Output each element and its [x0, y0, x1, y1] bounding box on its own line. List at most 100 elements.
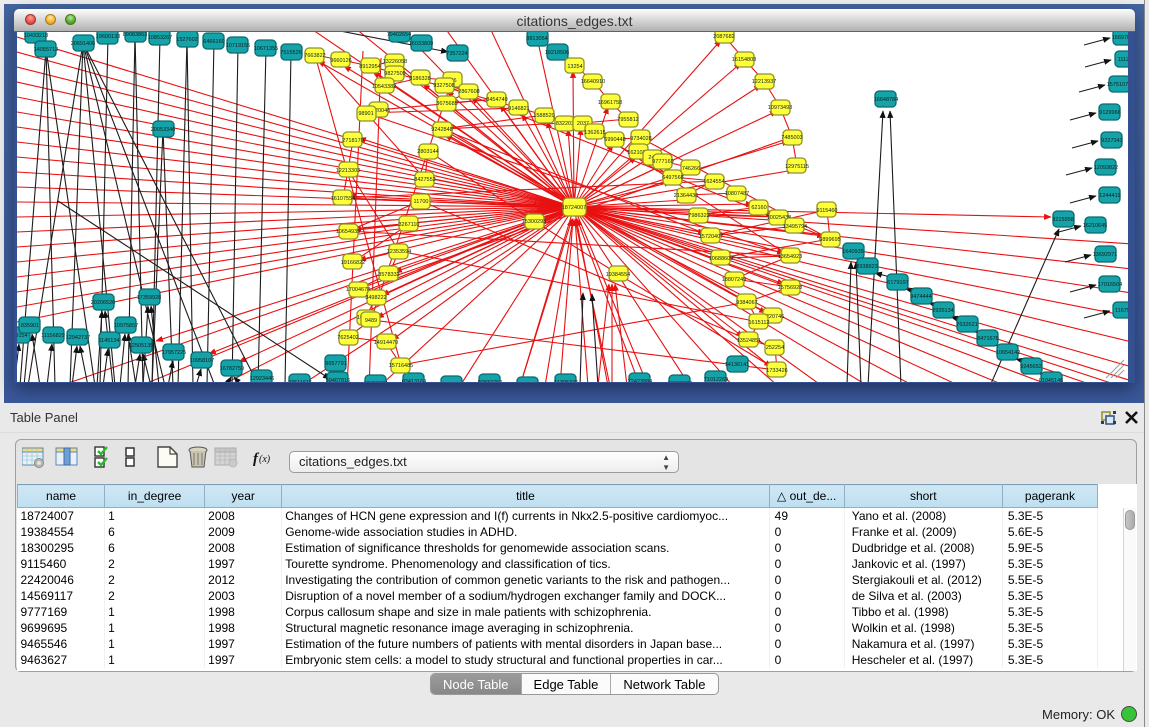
svg-text:2803144: 2803144 — [417, 149, 438, 155]
svg-text:39154: 39154 — [17, 333, 28, 339]
svg-text:9115460: 9115460 — [816, 208, 837, 214]
svg-text:20691406: 20691406 — [71, 41, 95, 47]
svg-text:19384554: 19384554 — [606, 272, 630, 278]
svg-text:16648784: 16648784 — [874, 97, 898, 103]
svg-text:16154808: 16154808 — [732, 57, 756, 63]
svg-text:20206526: 20206526 — [91, 300, 115, 306]
svg-text:7515526: 7515526 — [280, 50, 301, 56]
svg-text:20053346: 20053346 — [151, 127, 175, 133]
svg-text:(x): (x) — [259, 454, 271, 465]
svg-text:79402654: 79402654 — [387, 32, 411, 38]
svg-text:12213303: 12213303 — [336, 168, 360, 174]
svg-text:9129966: 9129966 — [1099, 110, 1120, 116]
svg-text:3267110: 3267110 — [398, 222, 419, 228]
svg-text:14136141: 14136141 — [725, 362, 749, 368]
svg-text:12975115: 12975115 — [785, 164, 809, 170]
svg-text:835901: 835901 — [21, 323, 39, 329]
svg-text:10958107: 10958107 — [190, 358, 214, 364]
svg-text:14914479: 14914479 — [374, 340, 398, 346]
svg-text:2718170: 2718170 — [342, 138, 363, 144]
svg-text:7485003: 7485003 — [781, 135, 802, 141]
svg-text:8938923: 8938923 — [856, 264, 877, 270]
svg-text:9227343: 9227343 — [1101, 138, 1122, 144]
svg-text:1640935: 1640935 — [842, 249, 863, 255]
svg-text:14055713: 14055713 — [34, 47, 58, 53]
svg-text:16782759: 16782759 — [220, 366, 244, 372]
svg-text:17359928: 17359928 — [137, 295, 161, 301]
svg-text:2935134: 2935134 — [932, 308, 953, 314]
svg-text:41395376: 41395376 — [554, 380, 578, 382]
svg-text:15300293: 15300293 — [522, 219, 546, 225]
svg-text:10543382: 10543382 — [372, 84, 396, 90]
svg-text:19166822: 19166822 — [341, 260, 365, 266]
svg-text:16961758: 16961758 — [598, 100, 622, 106]
svg-text:12923446: 12923446 — [250, 376, 274, 382]
svg-text:92832764: 92832764 — [478, 380, 502, 382]
svg-text:12093822: 12093822 — [1094, 165, 1118, 171]
svg-text:10853267: 10853267 — [148, 35, 172, 41]
svg-text:9327508: 9327508 — [433, 83, 454, 89]
svg-text:746266: 746266 — [682, 166, 700, 172]
svg-text:8471676: 8471676 — [977, 336, 998, 342]
svg-text:15756928: 15756928 — [778, 285, 802, 291]
svg-text:23511615: 23511615 — [288, 380, 312, 382]
svg-text:7663822: 7663822 — [304, 53, 325, 59]
svg-text:3578332: 3578332 — [378, 272, 399, 278]
svg-text:116753: 116753 — [1115, 308, 1128, 314]
svg-text:10973493: 10973493 — [768, 105, 792, 111]
svg-text:8912954: 8912954 — [359, 64, 380, 70]
svg-text:7357224: 7357224 — [446, 51, 467, 57]
svg-text:13692971: 13692971 — [1093, 252, 1117, 258]
svg-text:252254: 252254 — [766, 345, 784, 351]
svg-text:9245652: 9245652 — [1020, 364, 1041, 370]
svg-text:16697848: 16697848 — [1112, 35, 1128, 41]
svg-text:59407816: 59407816 — [326, 378, 350, 382]
svg-text:10719155: 10719155 — [226, 43, 250, 49]
svg-text:10975857: 10975857 — [114, 323, 138, 329]
svg-text:6497568: 6497568 — [662, 175, 683, 181]
svg-text:01845146: 01845146 — [1039, 378, 1063, 382]
svg-text:10654935: 10654935 — [336, 229, 360, 235]
svg-text:1615112: 1615112 — [748, 320, 769, 326]
svg-text:13226058: 13226058 — [383, 59, 407, 65]
svg-text:13495794: 13495794 — [783, 224, 807, 230]
svg-text:12213937: 12213937 — [752, 79, 776, 85]
svg-text:9657791: 9657791 — [325, 361, 346, 367]
svg-text:2867608: 2867608 — [458, 89, 479, 95]
svg-text:6899695: 6899695 — [819, 237, 840, 243]
svg-text:3675685: 3675685 — [436, 101, 457, 107]
svg-text:2087682: 2087682 — [713, 34, 734, 40]
svg-text:12942737: 12942737 — [66, 335, 90, 341]
svg-text:6990448: 6990448 — [604, 137, 625, 143]
svg-text:18807249: 18807249 — [722, 277, 746, 283]
svg-text:96965328: 96965328 — [668, 381, 692, 382]
svg-text:12353594: 12353594 — [387, 249, 411, 255]
svg-text:9660126: 9660126 — [330, 58, 351, 64]
svg-text:16033809: 16033809 — [409, 41, 433, 47]
svg-text:10688609: 10688609 — [709, 256, 733, 262]
svg-text:71012269: 71012269 — [704, 377, 728, 382]
svg-text:7625402: 7625402 — [337, 335, 358, 341]
svg-text:1145134: 1145134 — [98, 338, 119, 344]
svg-text:13254: 13254 — [567, 64, 582, 70]
svg-text:8186328: 8186328 — [409, 76, 430, 82]
svg-text:15716485: 15716485 — [389, 363, 413, 369]
svg-text:16640910: 16640910 — [581, 79, 605, 85]
svg-text:17004678: 17004678 — [346, 287, 370, 293]
svg-text:98901: 98901 — [358, 111, 373, 117]
svg-text:16210645: 16210645 — [1083, 223, 1107, 229]
svg-text:21364436: 21364436 — [674, 193, 698, 199]
svg-text:1624554: 1624554 — [703, 179, 724, 185]
svg-text:6179197: 6179197 — [887, 280, 908, 286]
svg-text:11700: 11700 — [414, 199, 429, 205]
svg-text:11156829: 11156829 — [41, 333, 65, 339]
svg-text:10671355: 10671355 — [254, 46, 278, 52]
svg-text:9474444: 9474444 — [910, 294, 931, 300]
svg-text:1527602: 1527602 — [176, 37, 197, 43]
svg-text:13654923: 13654923 — [778, 254, 802, 260]
svg-text:9242848: 9242848 — [431, 127, 452, 133]
svg-text:9489: 9489 — [365, 318, 377, 324]
svg-text:10654142: 10654142 — [996, 350, 1020, 356]
svg-text:17957225: 17957225 — [162, 350, 186, 356]
svg-text:13524851: 13524851 — [737, 338, 761, 344]
